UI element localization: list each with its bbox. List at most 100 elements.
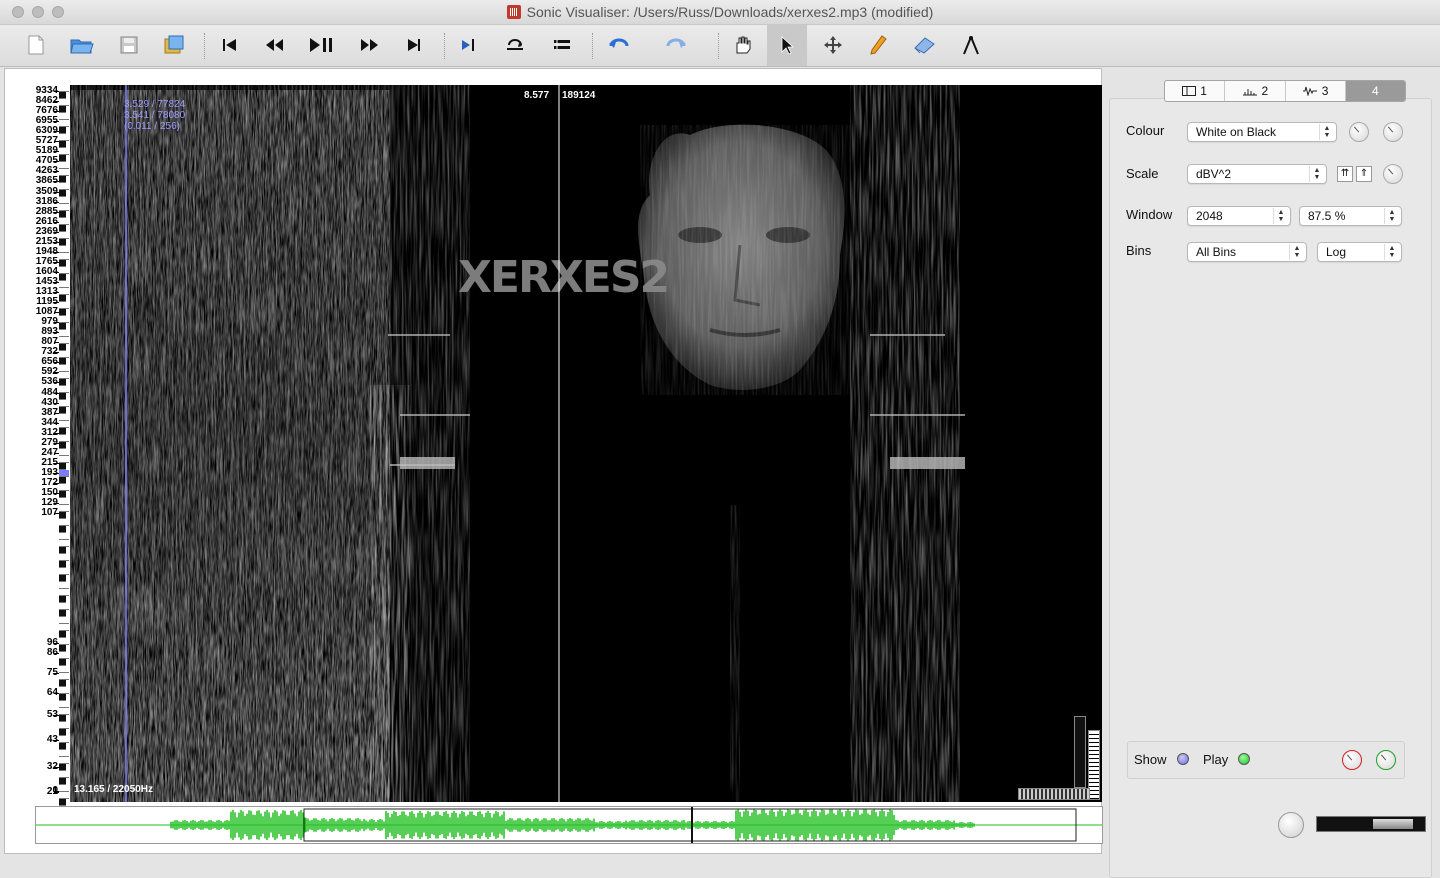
piano-key <box>59 302 69 309</box>
piano-key <box>59 659 66 666</box>
piano-key <box>59 568 69 575</box>
erase-icon[interactable] <box>911 31 939 59</box>
piano-key <box>59 372 69 379</box>
scale-select[interactable]: dBV^2 ▲ ▼ <box>1187 164 1327 184</box>
overview-waveform-image <box>36 807 1102 843</box>
piano-key <box>59 715 66 722</box>
navigate-hand-icon[interactable] <box>728 31 756 59</box>
piano-key <box>59 666 69 673</box>
solo-icon[interactable] <box>548 31 576 59</box>
piano-key <box>59 386 69 393</box>
piano-key <box>59 484 69 491</box>
bins-scale-value: Log <box>1326 245 1347 259</box>
tab-1[interactable]: 1 <box>1165 81 1226 101</box>
horizontal-zoom-wheel[interactable] <box>1018 788 1090 800</box>
piano-key <box>59 274 66 281</box>
fast-forward-icon[interactable] <box>355 31 383 59</box>
stepper-arrows-icon: ▲ ▼ <box>1319 124 1334 140</box>
stepper-arrows-icon: ▲ ▼ <box>1384 208 1399 224</box>
piano-key <box>59 211 66 218</box>
playback-pan-dial[interactable] <box>1376 750 1396 770</box>
save-file-icon[interactable] <box>115 31 143 59</box>
piano-key <box>59 379 66 386</box>
piano-key <box>59 519 69 526</box>
master-volume-slider[interactable] <box>1316 816 1426 832</box>
piano-key <box>59 428 66 435</box>
window-overlap-select[interactable]: 87.5 % ▲ ▼ <box>1299 206 1402 226</box>
piano-key <box>59 764 66 771</box>
piano-key <box>59 610 66 617</box>
piano-key <box>59 344 66 351</box>
colour-value: White on Black <box>1196 125 1277 139</box>
spectrogram-plot[interactable]: XERXES2 3.529 / 77824 3.541 / 78080 (0.0… <box>70 85 1102 802</box>
spectrogram-view[interactable]: 9334 8462 7676 6955 6309 5727 5189 4705 4263 3865… <box>18 85 1102 806</box>
play-selection-icon[interactable] <box>455 31 483 59</box>
piano-key <box>59 645 66 652</box>
fast-forward-end-icon[interactable] <box>400 31 428 59</box>
master-volume-handle[interactable] <box>1373 819 1413 829</box>
window-size-select[interactable]: 2048 ▲ ▼ <box>1187 206 1291 226</box>
colour-rotation-dial[interactable] <box>1349 122 1369 142</box>
select-arrow-icon[interactable] <box>767 25 807 66</box>
piano-key <box>59 624 69 631</box>
open-file-icon[interactable] <box>68 31 96 59</box>
redo-icon[interactable] <box>665 31 693 59</box>
piano-key <box>59 246 69 253</box>
loop-icon[interactable] <box>501 31 529 59</box>
piano-key <box>59 442 66 449</box>
watermark-text: XERXES2 <box>458 252 668 303</box>
frequency-label: 484 <box>41 386 58 398</box>
piano-key <box>59 757 69 764</box>
overview-waveform[interactable] <box>35 806 1103 844</box>
bins-select[interactable]: All Bins ▲ ▼ <box>1187 242 1307 262</box>
piano-key <box>59 99 69 106</box>
save-session-icon[interactable] <box>160 31 188 59</box>
colour-select[interactable]: White on Black ▲ ▼ <box>1187 122 1337 142</box>
piano-key <box>59 169 69 176</box>
piano-key <box>59 183 69 190</box>
piano-key <box>59 526 66 533</box>
piano-key <box>59 414 69 421</box>
undo-icon[interactable] <box>608 31 636 59</box>
spectrogram-image: XERXES2 <box>70 85 965 802</box>
piano-key <box>59 155 66 162</box>
normalize-columns-icon[interactable]: ⇈ <box>1337 166 1353 182</box>
piano-key <box>59 281 69 288</box>
stepper-arrows-icon: ▲ ▼ <box>1289 244 1304 260</box>
piano-key <box>59 253 69 260</box>
draw-pencil-icon[interactable] <box>864 31 892 59</box>
play-pause-icon[interactable] <box>307 31 335 59</box>
bins-scale-select[interactable]: Log ▲ ▼ <box>1317 242 1402 262</box>
piano-key <box>59 393 66 400</box>
piano-key <box>59 505 69 512</box>
normalize-visible-icon[interactable]: ⇑ <box>1356 166 1372 182</box>
tab-4[interactable]: 4 <box>1345 81 1405 101</box>
piano-key <box>59 778 66 785</box>
window-size-value: 2048 <box>1196 209 1223 223</box>
threshold-dial[interactable] <box>1383 122 1403 142</box>
playback-speed-dial[interactable] <box>1278 812 1304 838</box>
window-title: Sonic Visualiser: /Users/Russ/Downloads/… <box>526 4 934 20</box>
pane-icon <box>1182 86 1197 96</box>
piano-key <box>59 330 69 337</box>
show-toggle[interactable] <box>1177 753 1189 765</box>
playback-gain-dial[interactable] <box>1342 750 1362 770</box>
move-icon[interactable] <box>819 31 847 59</box>
cursor-readout: 3.529 / 77824 3.541 / 78080 (0.011 / 256… <box>124 99 185 132</box>
rewind-icon[interactable] <box>261 31 289 59</box>
rewind-start-icon[interactable] <box>216 31 244 59</box>
piano-key <box>59 358 66 365</box>
vertical-zoom-slider[interactable] <box>1074 716 1086 788</box>
measure-icon[interactable] <box>957 31 985 59</box>
play-toggle[interactable] <box>1238 753 1250 765</box>
tab-4-label: 4 <box>1372 84 1379 98</box>
piano-key <box>59 652 69 659</box>
gain-dial[interactable] <box>1383 164 1403 184</box>
tab-3[interactable]: 3 <box>1286 81 1346 101</box>
piano-key <box>59 204 69 211</box>
tab-2[interactable]: 2 <box>1225 81 1286 101</box>
show-play-box: Show Play <box>1127 741 1405 779</box>
new-file-icon[interactable] <box>22 31 50 59</box>
piano-key <box>59 540 69 547</box>
frequency-label: 3509 <box>35 185 58 197</box>
